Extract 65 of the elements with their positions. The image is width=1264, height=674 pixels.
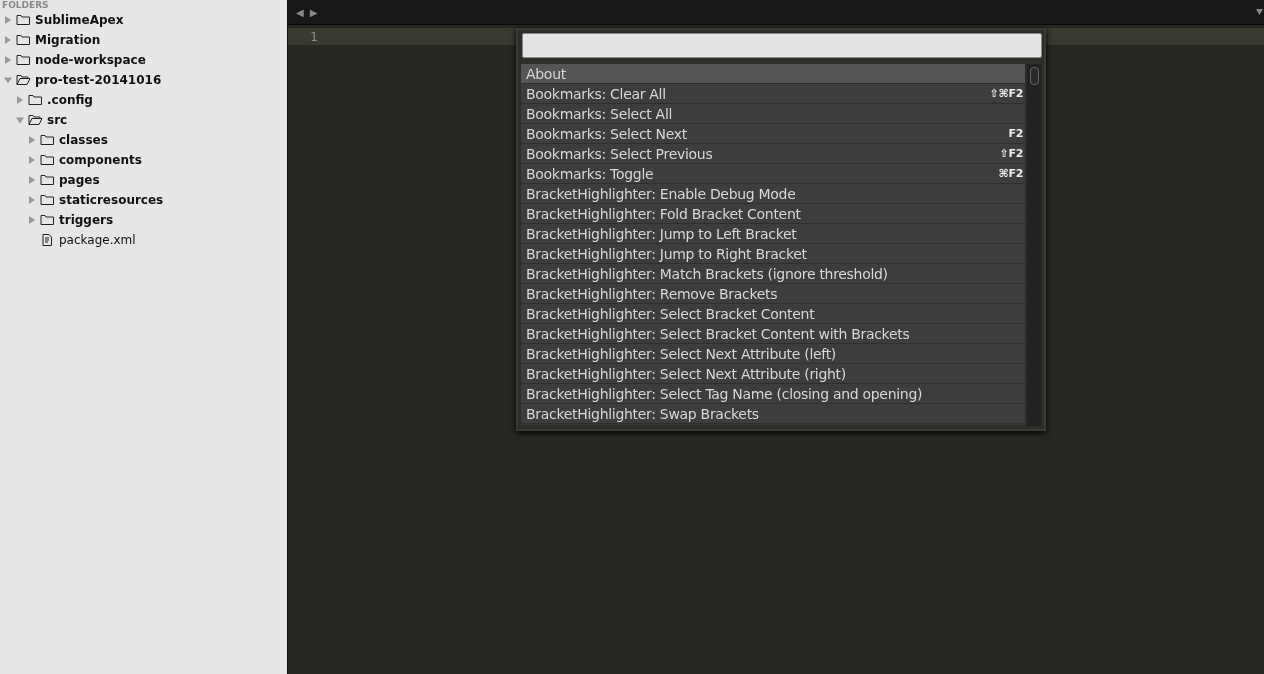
collapsed-arrow-icon[interactable] bbox=[28, 196, 36, 204]
folder-name[interactable]: node-workspace bbox=[35, 53, 146, 67]
open-folder-icon bbox=[28, 114, 43, 126]
command-item[interactable]: Bookmarks: Clear All ⇧⌘F2 bbox=[521, 84, 1025, 104]
command-item[interactable]: BracketHighlighter: Remove Brackets bbox=[521, 284, 1025, 304]
collapsed-arrow-icon[interactable] bbox=[28, 136, 36, 144]
command-search-field[interactable] bbox=[522, 33, 1042, 58]
shortcut-label: ⇧F2 bbox=[999, 147, 1023, 160]
command-item[interactable]: BracketHighlighter: Enable Debug Mode bbox=[521, 184, 1025, 204]
folder-name[interactable]: SublimeApex bbox=[35, 13, 124, 27]
command-item[interactable]: Bookmarks: Toggle ⌘F2 bbox=[521, 164, 1025, 184]
collapsed-arrow-icon[interactable] bbox=[16, 96, 24, 104]
folder-name[interactable]: .config bbox=[47, 93, 93, 107]
command-item[interactable]: BracketHighlighter: Select Next Attribute (right) bbox=[521, 364, 1025, 384]
folder-icon bbox=[40, 214, 55, 226]
command-item[interactable]: About bbox=[521, 64, 1025, 84]
folder-icon bbox=[40, 134, 55, 146]
folder-name[interactable]: pro-test-20141016 bbox=[35, 73, 162, 87]
back-button[interactable]: ◀ bbox=[296, 6, 304, 18]
collapsed-arrow-icon[interactable] bbox=[4, 16, 12, 24]
collapsed-arrow-icon[interactable] bbox=[28, 156, 36, 164]
folder-name[interactable]: Migration bbox=[35, 33, 101, 47]
folder-icon bbox=[40, 174, 55, 186]
command-item[interactable]: BracketHighlighter: Swap Brackets bbox=[521, 404, 1025, 424]
scrollbar-thumb[interactable] bbox=[1030, 67, 1039, 85]
dropdown-arrow-icon[interactable] bbox=[1256, 9, 1263, 15]
scrollbar[interactable] bbox=[1027, 64, 1041, 426]
command-item[interactable]: BracketHighlighter: Fold Bracket Content bbox=[521, 204, 1025, 224]
folder-name[interactable]: classes bbox=[59, 133, 108, 147]
folder-name[interactable]: triggers bbox=[59, 213, 114, 227]
folder-name[interactable]: src bbox=[47, 113, 68, 127]
command-item[interactable]: BracketHighlighter: Select Bracket Content with Brackets bbox=[521, 324, 1025, 344]
command-item[interactable]: Bookmarks: Select Previous ⇧F2 bbox=[521, 144, 1025, 164]
command-item[interactable]: BracketHighlighter: Select Tag Name (closing and opening) bbox=[521, 384, 1025, 404]
folder-icon bbox=[40, 194, 55, 206]
file-name[interactable]: package.xml bbox=[59, 233, 136, 247]
command-item[interactable]: BracketHighlighter: Select Bracket Content bbox=[521, 304, 1025, 324]
folder-name[interactable]: staticresources bbox=[59, 193, 164, 207]
folder-icon bbox=[16, 14, 31, 26]
collapsed-arrow-icon[interactable] bbox=[4, 36, 12, 44]
expanded-arrow-icon[interactable] bbox=[4, 76, 12, 84]
shortcut-label: F2 bbox=[1008, 127, 1023, 140]
forward-button[interactable]: ▶ bbox=[309, 6, 318, 18]
folder-icon bbox=[28, 94, 43, 106]
command-item[interactable]: BracketHighlighter: Select Next Attribute (left) bbox=[521, 344, 1025, 364]
folder-name[interactable]: components bbox=[59, 153, 142, 167]
command-item[interactable]: BracketHighlighter: Jump to Left Bracket bbox=[521, 224, 1025, 244]
folder-icon bbox=[16, 34, 31, 46]
collapsed-arrow-icon[interactable] bbox=[28, 176, 36, 184]
command-item[interactable]: BracketHighlighter: Jump to Right Bracket bbox=[521, 244, 1025, 264]
collapsed-arrow-icon[interactable] bbox=[4, 56, 12, 64]
file-icon bbox=[40, 234, 55, 246]
command-item[interactable]: BracketHighlighter: Match Brackets (ignore threshold) bbox=[521, 264, 1025, 284]
command-item[interactable]: Bookmarks: Select All bbox=[521, 104, 1025, 124]
folder-icon bbox=[16, 54, 31, 66]
sidebar-header: FOLDERS bbox=[1, 0, 49, 10]
command-item[interactable]: Bookmarks: Select Next F2 bbox=[521, 124, 1025, 144]
collapsed-arrow-icon[interactable] bbox=[28, 216, 36, 224]
line-number: 1 bbox=[309, 29, 318, 44]
shortcut-label: ⌘F2 bbox=[998, 167, 1023, 180]
expanded-arrow-icon[interactable] bbox=[16, 116, 24, 124]
shortcut-label: ⇧⌘F2 bbox=[989, 87, 1023, 100]
open-folder-icon bbox=[16, 74, 31, 86]
folder-icon bbox=[40, 154, 55, 166]
folder-name[interactable]: pages bbox=[59, 173, 100, 187]
